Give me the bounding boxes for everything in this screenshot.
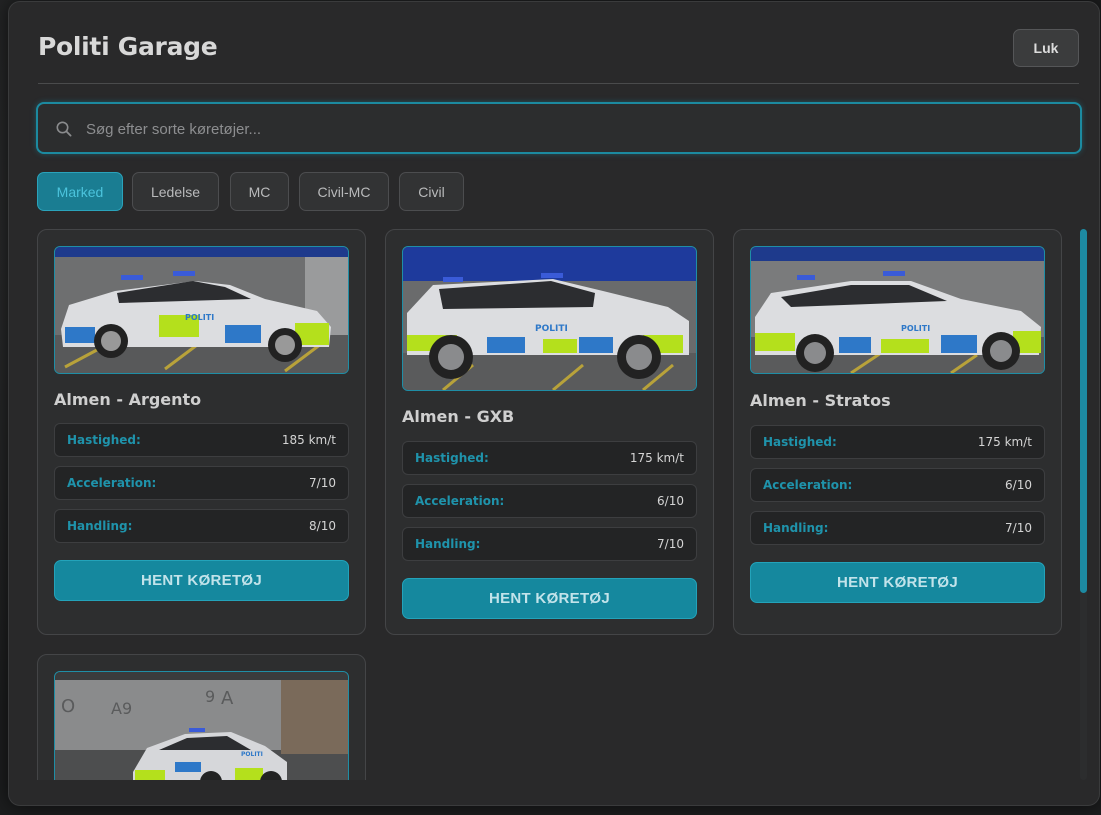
tab-mc[interactable]: MC bbox=[230, 172, 289, 211]
vehicle-card: POLITI Almen - Stratos Hastighed: 175 km… bbox=[733, 229, 1062, 635]
vehicle-card: O A9 9 A POLITI bbox=[37, 654, 366, 780]
stat-acceleration: Acceleration: 6/10 bbox=[750, 468, 1045, 502]
stat-value: 175 km/t bbox=[977, 435, 1032, 449]
vehicle-card: POLITI Almen - GXB Hastighed: 175 km/t A… bbox=[385, 229, 714, 635]
stat-value: 8/10 bbox=[309, 519, 336, 533]
stat-value: 175 km/t bbox=[629, 451, 684, 465]
stat-handling: Handling: 8/10 bbox=[54, 509, 349, 543]
stat-label: Handling: bbox=[415, 537, 481, 551]
close-button[interactable]: Luk bbox=[1013, 29, 1079, 67]
search-icon bbox=[56, 121, 72, 137]
wall-marking: O bbox=[61, 696, 75, 717]
stat-label: Hastighed: bbox=[415, 451, 489, 465]
stat-value: 6/10 bbox=[657, 494, 684, 508]
stat-handling: Handling: 7/10 bbox=[750, 511, 1045, 545]
wall-marking: A bbox=[221, 688, 234, 709]
stat-speed: Hastighed: 175 km/t bbox=[402, 441, 697, 475]
header-divider bbox=[38, 83, 1079, 84]
vehicle-image: POLITI bbox=[54, 246, 349, 374]
stat-speed: Hastighed: 175 km/t bbox=[750, 425, 1045, 459]
stat-value: 185 km/t bbox=[281, 433, 336, 447]
tab-civil-mc[interactable]: Civil-MC bbox=[299, 172, 389, 211]
stat-value: 7/10 bbox=[309, 476, 336, 490]
fetch-vehicle-button[interactable]: HENT KØRETØJ bbox=[750, 562, 1045, 603]
page-title: Politi Garage bbox=[38, 32, 218, 61]
vehicle-image: POLITI bbox=[402, 246, 697, 391]
tab-civil[interactable]: Civil bbox=[399, 172, 464, 211]
search-bar bbox=[36, 102, 1082, 154]
tab-marked[interactable]: Marked bbox=[37, 172, 123, 211]
garage-modal: Politi Garage Luk Marked Ledelse MC Civi… bbox=[8, 1, 1100, 806]
politi-decal: POLITI bbox=[241, 751, 263, 758]
stat-label: Hastighed: bbox=[763, 435, 837, 449]
stat-label: Handling: bbox=[67, 519, 133, 533]
vehicle-grid: POLITI Almen - Argento Hastighed: 185 km… bbox=[37, 229, 1065, 780]
stat-handling: Handling: 7/10 bbox=[402, 527, 697, 561]
stat-value: 6/10 bbox=[1005, 478, 1032, 492]
politi-decal: POLITI bbox=[901, 324, 930, 333]
politi-decal: POLITI bbox=[535, 324, 568, 334]
fetch-vehicle-button[interactable]: HENT KØRETØJ bbox=[402, 578, 697, 619]
stat-label: Handling: bbox=[763, 521, 829, 535]
vehicle-card: POLITI Almen - Argento Hastighed: 185 km… bbox=[37, 229, 366, 635]
politi-decal: POLITI bbox=[185, 313, 214, 322]
wall-marking: A9 bbox=[111, 699, 132, 718]
search-input[interactable] bbox=[84, 110, 1068, 148]
fetch-vehicle-button[interactable]: HENT KØRETØJ bbox=[54, 560, 349, 601]
scrollbar[interactable] bbox=[1080, 229, 1087, 780]
stat-acceleration: Acceleration: 6/10 bbox=[402, 484, 697, 518]
stat-label: Hastighed: bbox=[67, 433, 141, 447]
vehicle-name: Almen - GXB bbox=[402, 407, 515, 426]
stat-label: Acceleration: bbox=[763, 478, 853, 492]
vehicle-name: Almen - Argento bbox=[54, 390, 202, 409]
stat-label: Acceleration: bbox=[415, 494, 505, 508]
stat-value: 7/10 bbox=[657, 537, 684, 551]
stat-speed: Hastighed: 185 km/t bbox=[54, 423, 349, 457]
wall-marking: 9 bbox=[205, 687, 215, 706]
stat-acceleration: Acceleration: 7/10 bbox=[54, 466, 349, 500]
vehicle-image: O A9 9 A POLITI bbox=[54, 671, 349, 780]
vehicle-name: Almen - Stratos bbox=[750, 391, 891, 410]
stat-label: Acceleration: bbox=[67, 476, 157, 490]
scrollbar-thumb[interactable] bbox=[1080, 229, 1087, 593]
vehicle-image: POLITI bbox=[750, 246, 1045, 374]
stat-value: 7/10 bbox=[1005, 521, 1032, 535]
tab-ledelse[interactable]: Ledelse bbox=[132, 172, 219, 211]
